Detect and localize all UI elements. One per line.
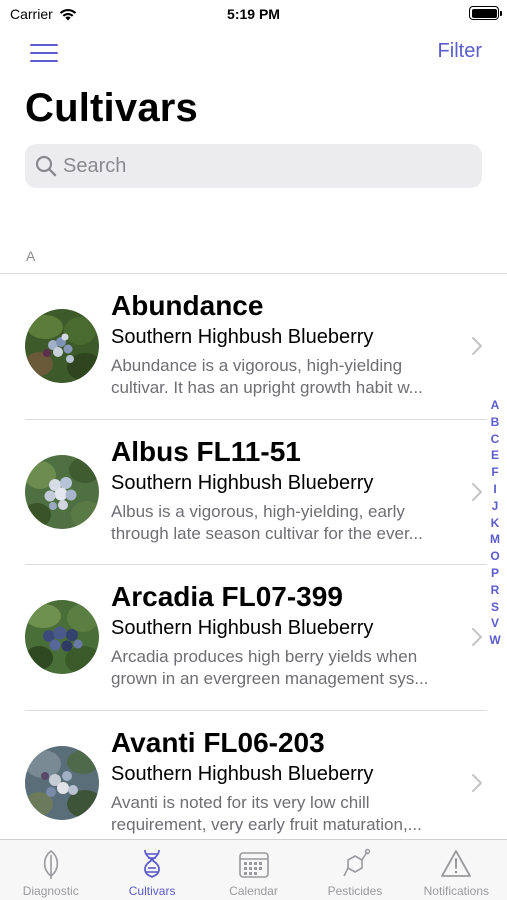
chevron-right-icon — [472, 337, 482, 355]
status-time: 5:19 PM — [227, 6, 280, 22]
cultivar-type: Southern Highbush Blueberry — [111, 471, 374, 494]
index-letter[interactable]: I — [493, 481, 496, 498]
cultivar-description: Arcadia produces high berry yields when … — [111, 647, 429, 688]
list-item[interactable]: Avanti FL06-203 Southern Highbush Bluebe… — [0, 711, 507, 857]
cultivar-thumbnail — [25, 600, 99, 674]
index-letter[interactable]: C — [491, 431, 500, 448]
section-header: A — [26, 248, 36, 264]
cultivar-list: Abundance Southern Highbush Blueberry Ab… — [0, 274, 507, 856]
index-letter[interactable]: P — [491, 565, 499, 582]
cultivar-name: Avanti FL06-203 — [111, 726, 325, 758]
leaf-icon — [43, 849, 58, 879]
index-letter[interactable]: J — [492, 498, 499, 515]
dna-icon — [144, 849, 161, 878]
chevron-right-icon — [472, 482, 482, 501]
index-letter[interactable]: W — [489, 632, 500, 649]
cultivar-type: Southern Highbush Blueberry — [111, 326, 374, 348]
index-letter[interactable]: A — [491, 397, 500, 414]
tab-label: Notifications — [423, 884, 490, 898]
list-item[interactable]: Albus FL11-51 Southern Highbush Blueberr… — [0, 420, 507, 565]
filter-button[interactable]: Filter — [438, 40, 482, 63]
cultivar-name: Albus FL11-51 — [111, 435, 301, 467]
status-bar: Carrier 5:19 PM — [0, 0, 507, 28]
battery-icon — [469, 6, 502, 20]
index-letter[interactable]: K — [491, 515, 500, 532]
cultivar-thumbnail — [25, 745, 99, 820]
chevron-right-icon — [472, 628, 482, 646]
menu-button[interactable] — [30, 42, 58, 62]
tab-bar: Diagnostic Cultivars Calendar Pesticides… — [0, 839, 507, 900]
section-index[interactable]: A B C E F I J K M O P R S V W — [488, 397, 502, 649]
search-input[interactable] — [63, 154, 463, 178]
index-letter[interactable]: R — [491, 582, 500, 599]
index-letter[interactable]: M — [490, 531, 500, 548]
tab-label: Calendar — [229, 884, 278, 898]
tab-pesticides[interactable]: Pesticides — [304, 840, 405, 900]
tab-notifications[interactable]: Notifications — [406, 840, 507, 900]
list-item[interactable]: Arcadia FL07-399 Southern Highbush Blueb… — [0, 565, 507, 711]
tab-label: Cultivars — [128, 884, 176, 898]
index-letter[interactable]: S — [491, 599, 499, 616]
cultivar-description: Avanti is noted for its very low chill r… — [111, 792, 422, 834]
cultivar-thumbnail — [25, 454, 99, 529]
index-letter[interactable]: E — [491, 447, 499, 464]
tab-cultivars[interactable]: Cultivars — [101, 840, 202, 900]
tab-diagnostic[interactable]: Diagnostic — [0, 840, 101, 900]
cultivar-name: Abundance — [111, 290, 264, 321]
tab-calendar[interactable]: Calendar — [203, 840, 304, 900]
molecule-icon — [343, 848, 371, 877]
tab-label: Diagnostic — [22, 884, 79, 898]
cultivar-type: Southern Highbush Blueberry — [111, 762, 374, 785]
chevron-right-icon — [472, 773, 482, 792]
cultivar-description: Albus is a vigorous, high-yielding, earl… — [111, 501, 423, 543]
cultivar-name: Arcadia FL07-399 — [111, 581, 343, 612]
calendar-icon — [238, 852, 269, 878]
cultivar-thumbnail — [25, 309, 99, 383]
index-letter[interactable]: F — [491, 464, 498, 481]
search-icon — [35, 155, 57, 177]
index-letter[interactable]: B — [491, 414, 500, 431]
cultivar-type: Southern Highbush Blueberry — [111, 617, 374, 639]
index-letter[interactable]: V — [491, 615, 499, 632]
cultivar-description: Abundance is a vigorous, high-yielding c… — [111, 356, 423, 397]
index-letter[interactable]: O — [490, 548, 499, 565]
list-item[interactable]: Abundance Southern Highbush Blueberry Ab… — [0, 274, 507, 420]
warning-icon — [441, 850, 472, 877]
tab-label: Pesticides — [327, 884, 383, 898]
search-bar[interactable] — [25, 144, 482, 188]
page-title: Cultivars — [25, 86, 198, 130]
